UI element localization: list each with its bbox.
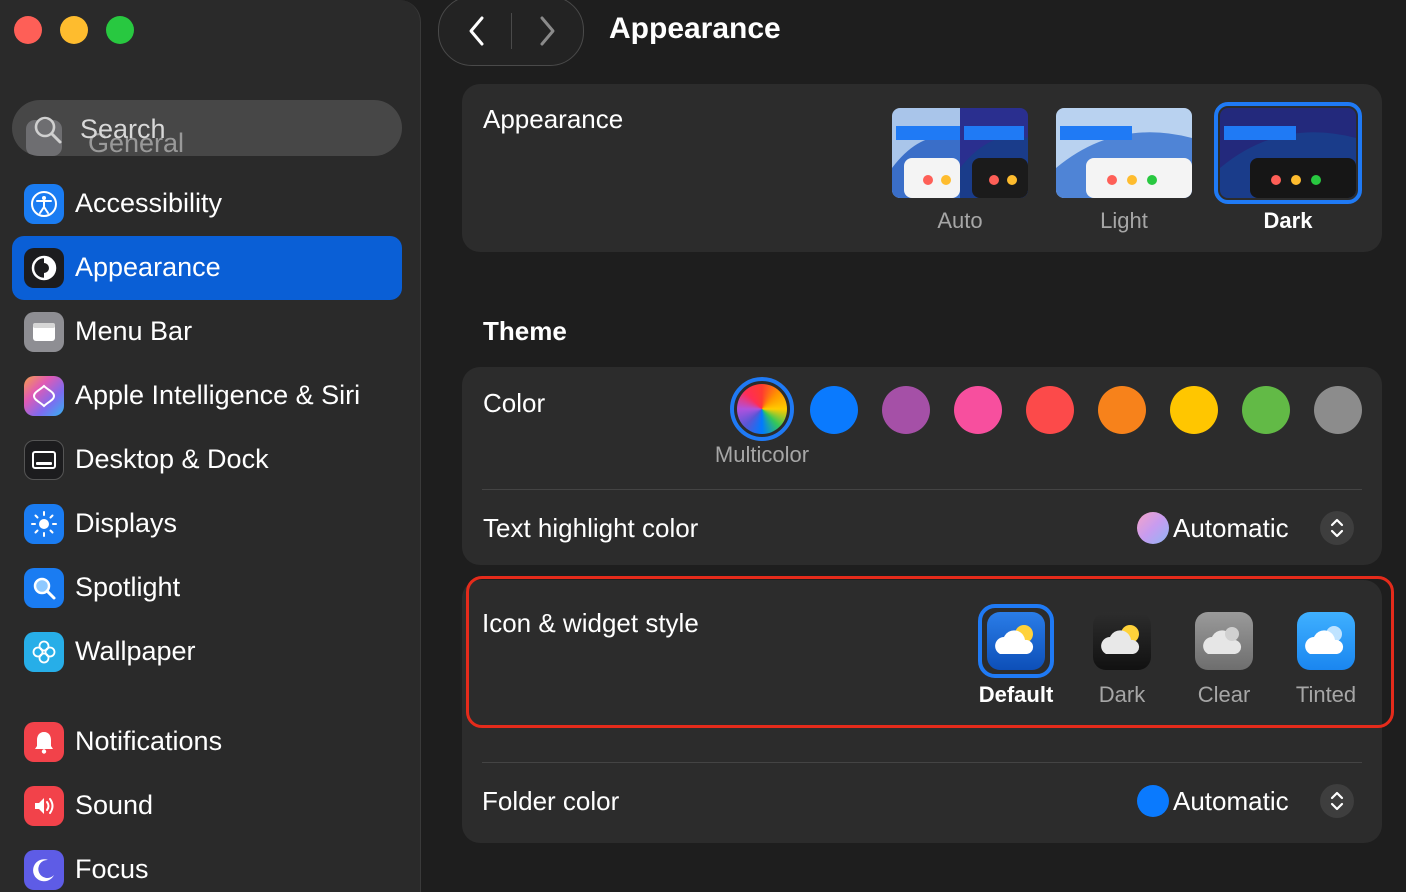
- dock-icon: [24, 440, 64, 480]
- weather-cloud-icon: [1203, 627, 1242, 654]
- zoom-window-button[interactable]: [106, 16, 134, 44]
- sidebar-item-label: Apple Intelligence & Siri: [75, 380, 361, 410]
- folder-color-value[interactable]: Automatic: [1173, 786, 1289, 817]
- sidebar-item-label: Appearance: [75, 252, 221, 282]
- nav-divider: [511, 13, 512, 49]
- color-swatch-yellow[interactable]: [1170, 386, 1218, 434]
- appearance-option-light[interactable]: [1056, 108, 1192, 198]
- divider: [482, 489, 1362, 490]
- folder-color-label: Folder color: [482, 786, 620, 816]
- navigation-buttons: [438, 0, 584, 66]
- light-thumbnail-icon: [1056, 108, 1192, 198]
- appearance-option-auto[interactable]: [892, 108, 1028, 198]
- color-swatch-graphite[interactable]: [1314, 386, 1362, 434]
- highlight-color-value[interactable]: Automatic: [1173, 513, 1289, 544]
- weather-cloud-sun-icon: [995, 625, 1034, 654]
- bell-icon: [24, 722, 64, 762]
- highlight-color-popup-button[interactable]: [1320, 511, 1354, 545]
- chevron-right-icon: [540, 16, 555, 46]
- sidebar-item-label: Desktop & Dock: [75, 444, 269, 474]
- appearance-option-label: Dark: [1263, 208, 1313, 233]
- speaker-icon: [24, 786, 64, 826]
- theme-section-title: Theme: [483, 316, 567, 346]
- sidebar-item-accessibility[interactable]: Accessibility: [12, 172, 402, 236]
- up-down-chevron-icon: [1330, 791, 1344, 811]
- chevron-left-icon: [469, 16, 484, 46]
- sidebar-item-label: Wallpaper: [75, 636, 196, 666]
- appearance-option-dark[interactable]: [1214, 102, 1362, 204]
- highlight-color-dot: [1137, 512, 1169, 544]
- icon-style-label: Dark: [1098, 682, 1146, 707]
- icon-style-label: Clear: [1197, 682, 1251, 707]
- displays-icon: [24, 504, 64, 544]
- icon-style-clear[interactable]: [1195, 612, 1253, 670]
- sidebar-item-menu-bar[interactable]: Menu Bar: [12, 300, 402, 364]
- sidebar-item-wallpaper[interactable]: Wallpaper: [12, 620, 402, 684]
- close-window-button[interactable]: [14, 16, 42, 44]
- sidebar-item-label: Focus: [75, 854, 149, 884]
- color-swatch-pink[interactable]: [954, 386, 1002, 434]
- color-swatch-red[interactable]: [1026, 386, 1074, 434]
- appearance-label: Appearance: [483, 104, 624, 134]
- weather-cloud-icon: [1305, 626, 1344, 654]
- page-title: Appearance: [609, 12, 781, 45]
- icon-style-label: Tinted: [1295, 682, 1357, 707]
- sidebar-item-label: Notifications: [75, 726, 223, 756]
- minimize-window-button[interactable]: [60, 16, 88, 44]
- sidebar-item-displays[interactable]: Displays: [12, 492, 402, 556]
- folder-color-popup-button[interactable]: [1320, 784, 1354, 818]
- sidebar-item-sound[interactable]: Sound: [12, 774, 402, 838]
- color-swatch-multicolor[interactable]: [737, 384, 787, 434]
- icon-widget-style-label: Icon & widget style: [482, 608, 699, 638]
- selected-color-label: Multicolor: [714, 442, 810, 467]
- up-down-chevron-icon: [1330, 518, 1344, 538]
- sidebar-item-appearance[interactable]: Appearance: [12, 236, 402, 300]
- icon-style-label: Default: [978, 682, 1054, 707]
- sidebar-item-desktop-dock[interactable]: Desktop & Dock: [12, 428, 402, 492]
- search-placeholder: Search: [80, 114, 166, 144]
- sidebar: General Search Accessibility Appearance …: [0, 0, 421, 892]
- text-highlight-label: Text highlight color: [483, 513, 699, 543]
- color-swatch-blue[interactable]: [810, 386, 858, 434]
- divider: [482, 762, 1362, 763]
- color-swatch-purple[interactable]: [882, 386, 930, 434]
- weather-cloud-sun-icon: [1101, 625, 1140, 654]
- forward-button[interactable]: [527, 11, 567, 51]
- spotlight-icon: [24, 568, 64, 608]
- sidebar-item-spotlight[interactable]: Spotlight: [12, 556, 402, 620]
- appearance-icon: [24, 248, 64, 288]
- search-field[interactable]: General Search: [12, 100, 402, 156]
- folder-color-dot: [1137, 785, 1169, 817]
- color-swatch-green[interactable]: [1242, 386, 1290, 434]
- sidebar-item-label: Menu Bar: [75, 316, 193, 346]
- sidebar-item-label: Sound: [75, 790, 154, 820]
- auto-thumbnail-icon: [892, 108, 1028, 198]
- search-icon: [34, 116, 62, 144]
- wallpaper-icon: [24, 632, 64, 672]
- icon-style-tinted[interactable]: [1297, 612, 1355, 670]
- sidebar-item-label: Spotlight: [75, 572, 181, 602]
- menu-bar-icon: [24, 312, 64, 352]
- accessibility-icon: [24, 184, 64, 224]
- siri-icon: [24, 376, 64, 416]
- icon-style-default[interactable]: [987, 612, 1045, 670]
- color-swatch-orange[interactable]: [1098, 386, 1146, 434]
- sidebar-item-notifications[interactable]: Notifications: [12, 710, 402, 774]
- back-button[interactable]: [457, 11, 497, 51]
- moon-icon: [24, 850, 64, 890]
- sidebar-item-label: Displays: [75, 508, 178, 538]
- color-label: Color: [483, 388, 546, 418]
- dark-thumbnail-icon: [1220, 108, 1356, 198]
- icon-style-dark[interactable]: [1093, 612, 1151, 670]
- sidebar-item-label: Accessibility: [75, 188, 223, 218]
- appearance-option-label: Light: [1100, 208, 1148, 233]
- sidebar-item-focus[interactable]: Focus: [12, 838, 402, 892]
- appearance-option-label: Auto: [937, 208, 983, 233]
- sidebar-item-apple-intelligence-siri[interactable]: Apple Intelligence & Siri: [12, 364, 402, 428]
